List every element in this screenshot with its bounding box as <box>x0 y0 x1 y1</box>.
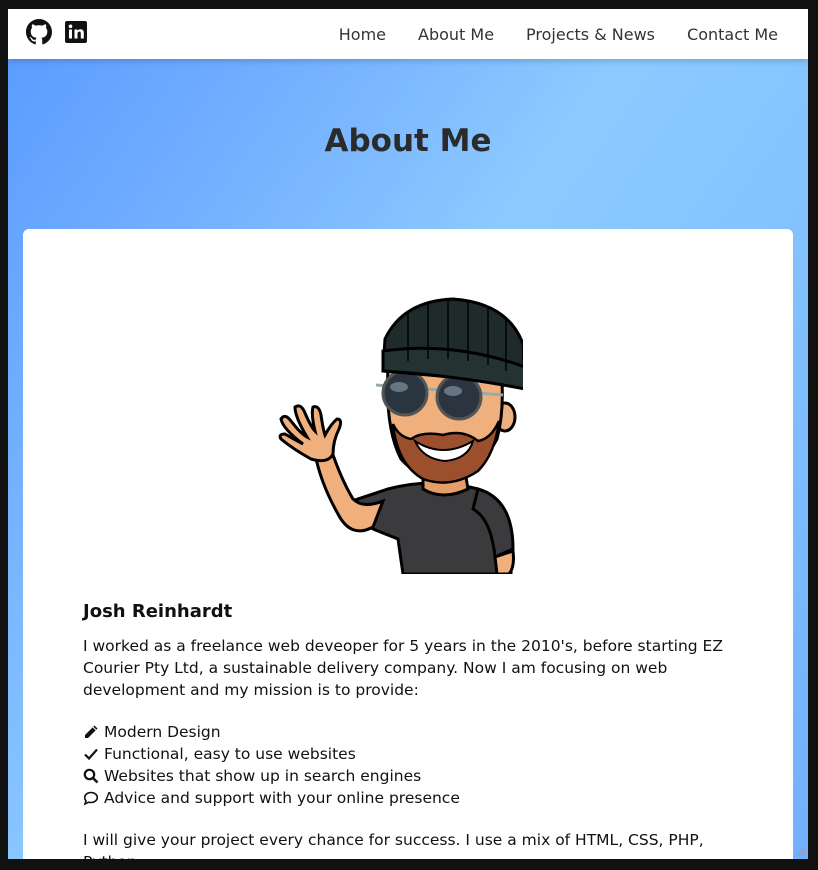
feature-label: Functional, easy to use websites <box>104 745 356 763</box>
avatar-image <box>278 297 523 574</box>
person-name: Josh Reinhardt <box>83 601 233 622</box>
list-item: Websites that show up in search engines <box>83 765 743 787</box>
list-item: Advice and support with your online pres… <box>83 787 743 809</box>
nav-about-me[interactable]: About Me <box>418 25 494 44</box>
comment-icon <box>83 791 99 806</box>
page-title: About Me <box>324 123 492 159</box>
feature-list: Modern Design Functional, easy to use we… <box>83 721 743 809</box>
pencil-icon <box>85 725 98 738</box>
list-item: Modern Design <box>83 721 743 743</box>
nav-home[interactable]: Home <box>339 25 386 44</box>
list-item: Functional, easy to use websites <box>83 743 743 765</box>
browser-viewport: Home About Me Projects & News Contact Me… <box>8 9 808 859</box>
search-icon <box>83 768 99 784</box>
feature-label: Modern Design <box>104 723 221 741</box>
nav-links: Home About Me Projects & News Contact Me <box>307 9 778 59</box>
about-content: Josh Reinhardt I worked as a freelance w… <box>83 599 743 859</box>
github-icon[interactable] <box>26 19 52 45</box>
about-card: Josh Reinhardt I worked as a freelance w… <box>23 229 793 859</box>
check-icon <box>84 748 98 761</box>
feature-label: Websites that show up in search engines <box>104 767 422 785</box>
outro-paragraph: I will give your project every chance fo… <box>83 831 704 859</box>
resize-grip-icon[interactable] <box>794 845 806 857</box>
intro-paragraph: I worked as a freelance web deveoper for… <box>83 637 723 699</box>
feature-label: Advice and support with your online pres… <box>104 789 460 807</box>
nav-projects-news[interactable]: Projects & News <box>526 25 655 44</box>
top-navbar: Home About Me Projects & News Contact Me <box>8 9 808 59</box>
nav-contact-me[interactable]: Contact Me <box>687 25 778 44</box>
linkedin-icon[interactable] <box>64 19 88 45</box>
